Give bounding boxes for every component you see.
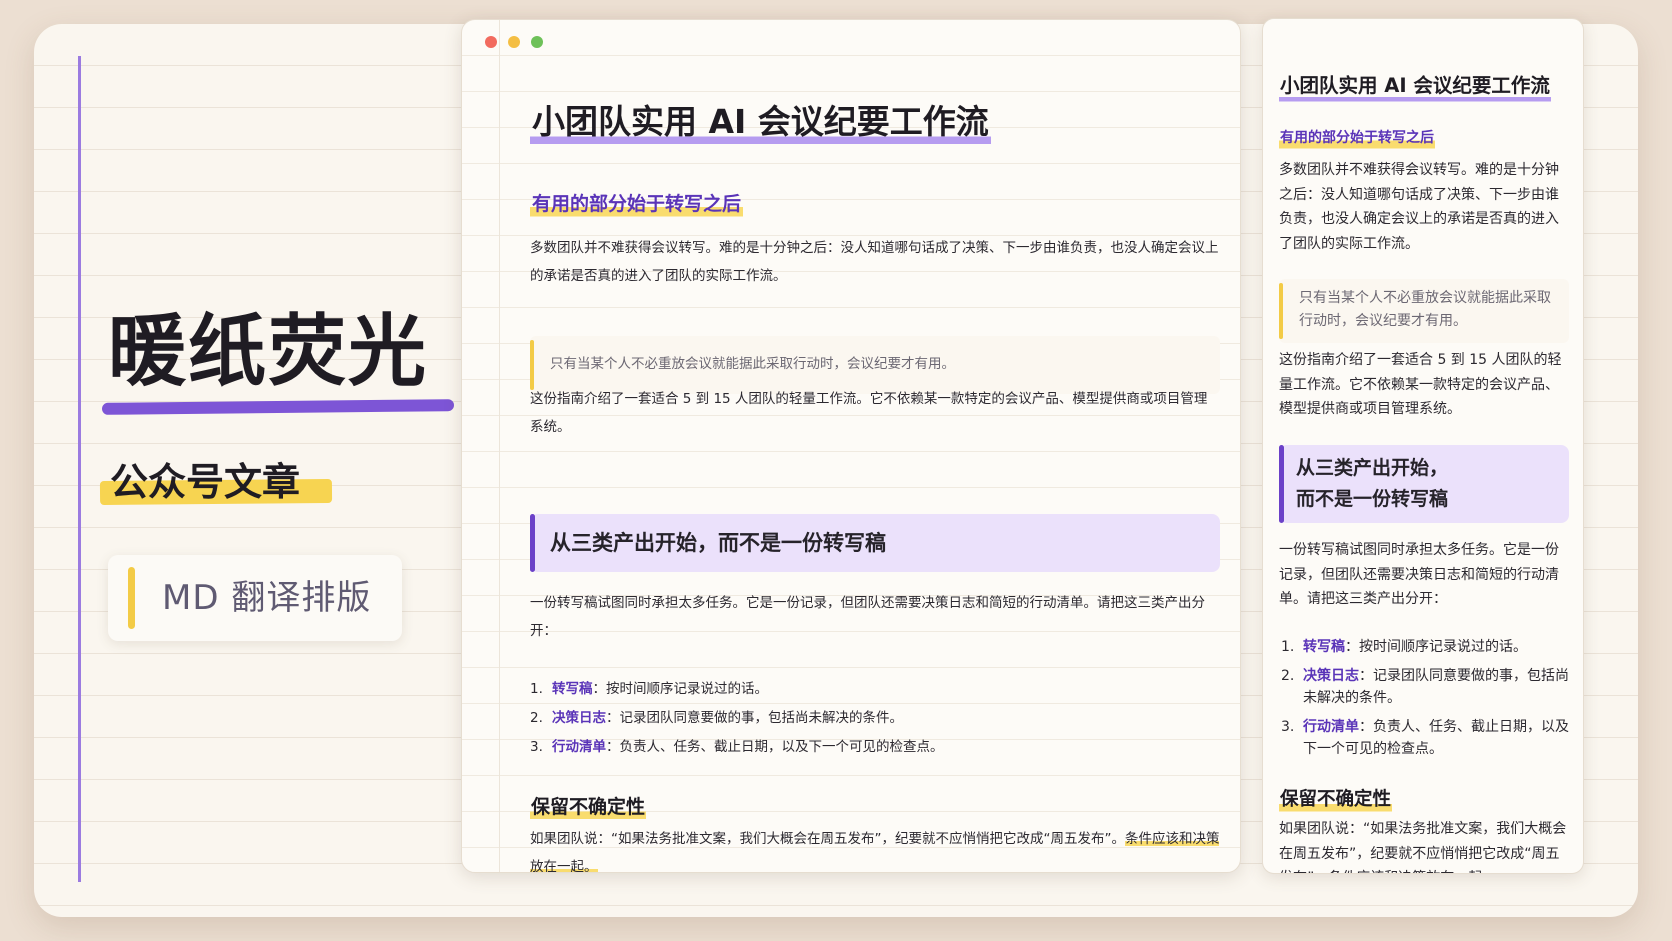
section-heading-box: 从三类产出开始，而不是一份转写稿 bbox=[1279, 445, 1569, 523]
outputs-list: 1. 转写稿：按时间顺序记录说过的话。 2. 决策日志：记录团队同意要做的事，包括尚… bbox=[530, 675, 944, 762]
pull-quote: 只有当某个人不必重放会议就能据此采取行动时，会议纪要才有用。 bbox=[1279, 279, 1569, 343]
guide-paragraph: 这份指南介绍了一套适合 5 到 15 人团队的轻量工作流。它不依赖某一款特定的会… bbox=[530, 391, 1208, 435]
outputs-list: 1. 转写稿：按时间顺序记录说过的话。 2. 决策日志：记录团队同意要做的事，包括尚… bbox=[1279, 636, 1569, 767]
list-item: 2. 决策日志：记录团队同意要做的事，包括尚未解决的条件。 bbox=[530, 710, 903, 726]
closing-text: 如果团队说：“如果法务批准文案，我们大概会在周五发布”，纪要就不应悄悄把它改成“… bbox=[1279, 821, 1567, 873]
article-subtitle: 有用的部分始于转写之后 bbox=[1279, 126, 1435, 150]
uncertainty-heading: 保留不确定性 bbox=[1279, 787, 1393, 813]
list-item: 3. 行动清单：负责人、任务、截止日期，以及下一个可见的检查点。 bbox=[1281, 719, 1569, 757]
close-dot-icon[interactable] bbox=[485, 36, 497, 48]
heading-accent-bar bbox=[530, 514, 535, 572]
heading-accent-bar bbox=[1279, 445, 1284, 523]
margin-rule bbox=[78, 56, 81, 882]
desktop-preview-window: 小团队实用 AI 会议纪要工作流 有用的部分始于转写之后 多数团队并不难获得会议… bbox=[461, 19, 1241, 873]
section-body: 一份转写稿试图同时承担太多任务。它是一份记录，但团队还需要决策日志和简短的行动清… bbox=[530, 595, 1205, 639]
mobile-preview-panel: 小团队实用 AI 会议纪要工作流 有用的部分始于转写之后 多数团队并不难获得会议… bbox=[1262, 18, 1584, 874]
closing-highlight: 条件应该和决策放在一起。 bbox=[1328, 870, 1497, 873]
zoom-dot-icon[interactable] bbox=[531, 36, 543, 48]
quote-text: 只有当某个人不必重放会议就能据此采取行动时，会议纪要才有用。 bbox=[1299, 290, 1551, 329]
article-title: 小团队实用 AI 会议纪要工作流 bbox=[530, 96, 991, 148]
closing-paragraph: 如果团队说：“如果法务批准文案，我们大概会在周五发布”，纪要就不应悄悄把它改成“… bbox=[530, 825, 1220, 872]
intro-paragraph: 多数团队并不难获得会议转写。难的是十分钟之后：没人知道哪句话成了决策、下一步由谁… bbox=[1279, 162, 1559, 252]
intro-paragraph: 多数团队并不难获得会议转写。难的是十分钟之后：没人知道哪句话成了决策、下一步由谁… bbox=[530, 240, 1219, 284]
card-accent-bar bbox=[128, 567, 135, 629]
uncertainty-heading: 保留不确定性 bbox=[530, 793, 647, 821]
section-heading-box: 从三类产出开始，而不是一份转写稿 bbox=[530, 514, 1220, 572]
article-subtitle: 有用的部分始于转写之后 bbox=[530, 189, 744, 219]
brand-subtitle: 公众号文章 bbox=[110, 460, 301, 504]
quote-bar bbox=[1279, 283, 1283, 339]
minimize-dot-icon[interactable] bbox=[508, 36, 520, 48]
section-body: 一份转写稿试图同时承担太多任务。它是一份记录，但团队还需要决策日志和简短的行动清… bbox=[1279, 542, 1559, 607]
section-heading: 从三类产出开始，而不是一份转写稿 bbox=[1296, 457, 1449, 510]
section-heading: 从三类产出开始，而不是一份转写稿 bbox=[550, 531, 886, 555]
brand-title: 暖纸荧光 bbox=[108, 307, 429, 397]
quote-bar bbox=[530, 340, 534, 390]
closing-text: 如果团队说：“如果法务批准文案，我们大概会在周五发布”，纪要就不应悄悄把它改成“… bbox=[530, 831, 1125, 847]
article-title: 小团队实用 AI 会议纪要工作流 bbox=[1279, 69, 1551, 103]
list-item: 1. 转写稿：按时间顺序记录说过的话。 bbox=[530, 681, 768, 697]
md-translate-card: MD 翻译排版 bbox=[108, 555, 402, 641]
list-item: 2. 决策日志：记录团队同意要做的事，包括尚未解决的条件。 bbox=[1281, 668, 1569, 706]
list-item: 3. 行动清单：负责人、任务、截止日期，以及下一个可见的检查点。 bbox=[530, 739, 944, 755]
quote-text: 只有当某个人不必重放会议就能据此采取行动时，会议纪要才有用。 bbox=[550, 356, 955, 372]
list-item: 1. 转写稿：按时间顺序记录说过的话。 bbox=[1281, 639, 1527, 655]
guide-paragraph: 这份指南介绍了一套适合 5 到 15 人团队的轻量工作流。它不依赖某一款特定的会… bbox=[1279, 352, 1562, 417]
md-translate-label: MD 翻译排版 bbox=[162, 578, 372, 618]
closing-paragraph: 如果团队说：“如果法务批准文案，我们大概会在周五发布”，纪要就不应悄悄把它改成“… bbox=[1279, 817, 1569, 873]
